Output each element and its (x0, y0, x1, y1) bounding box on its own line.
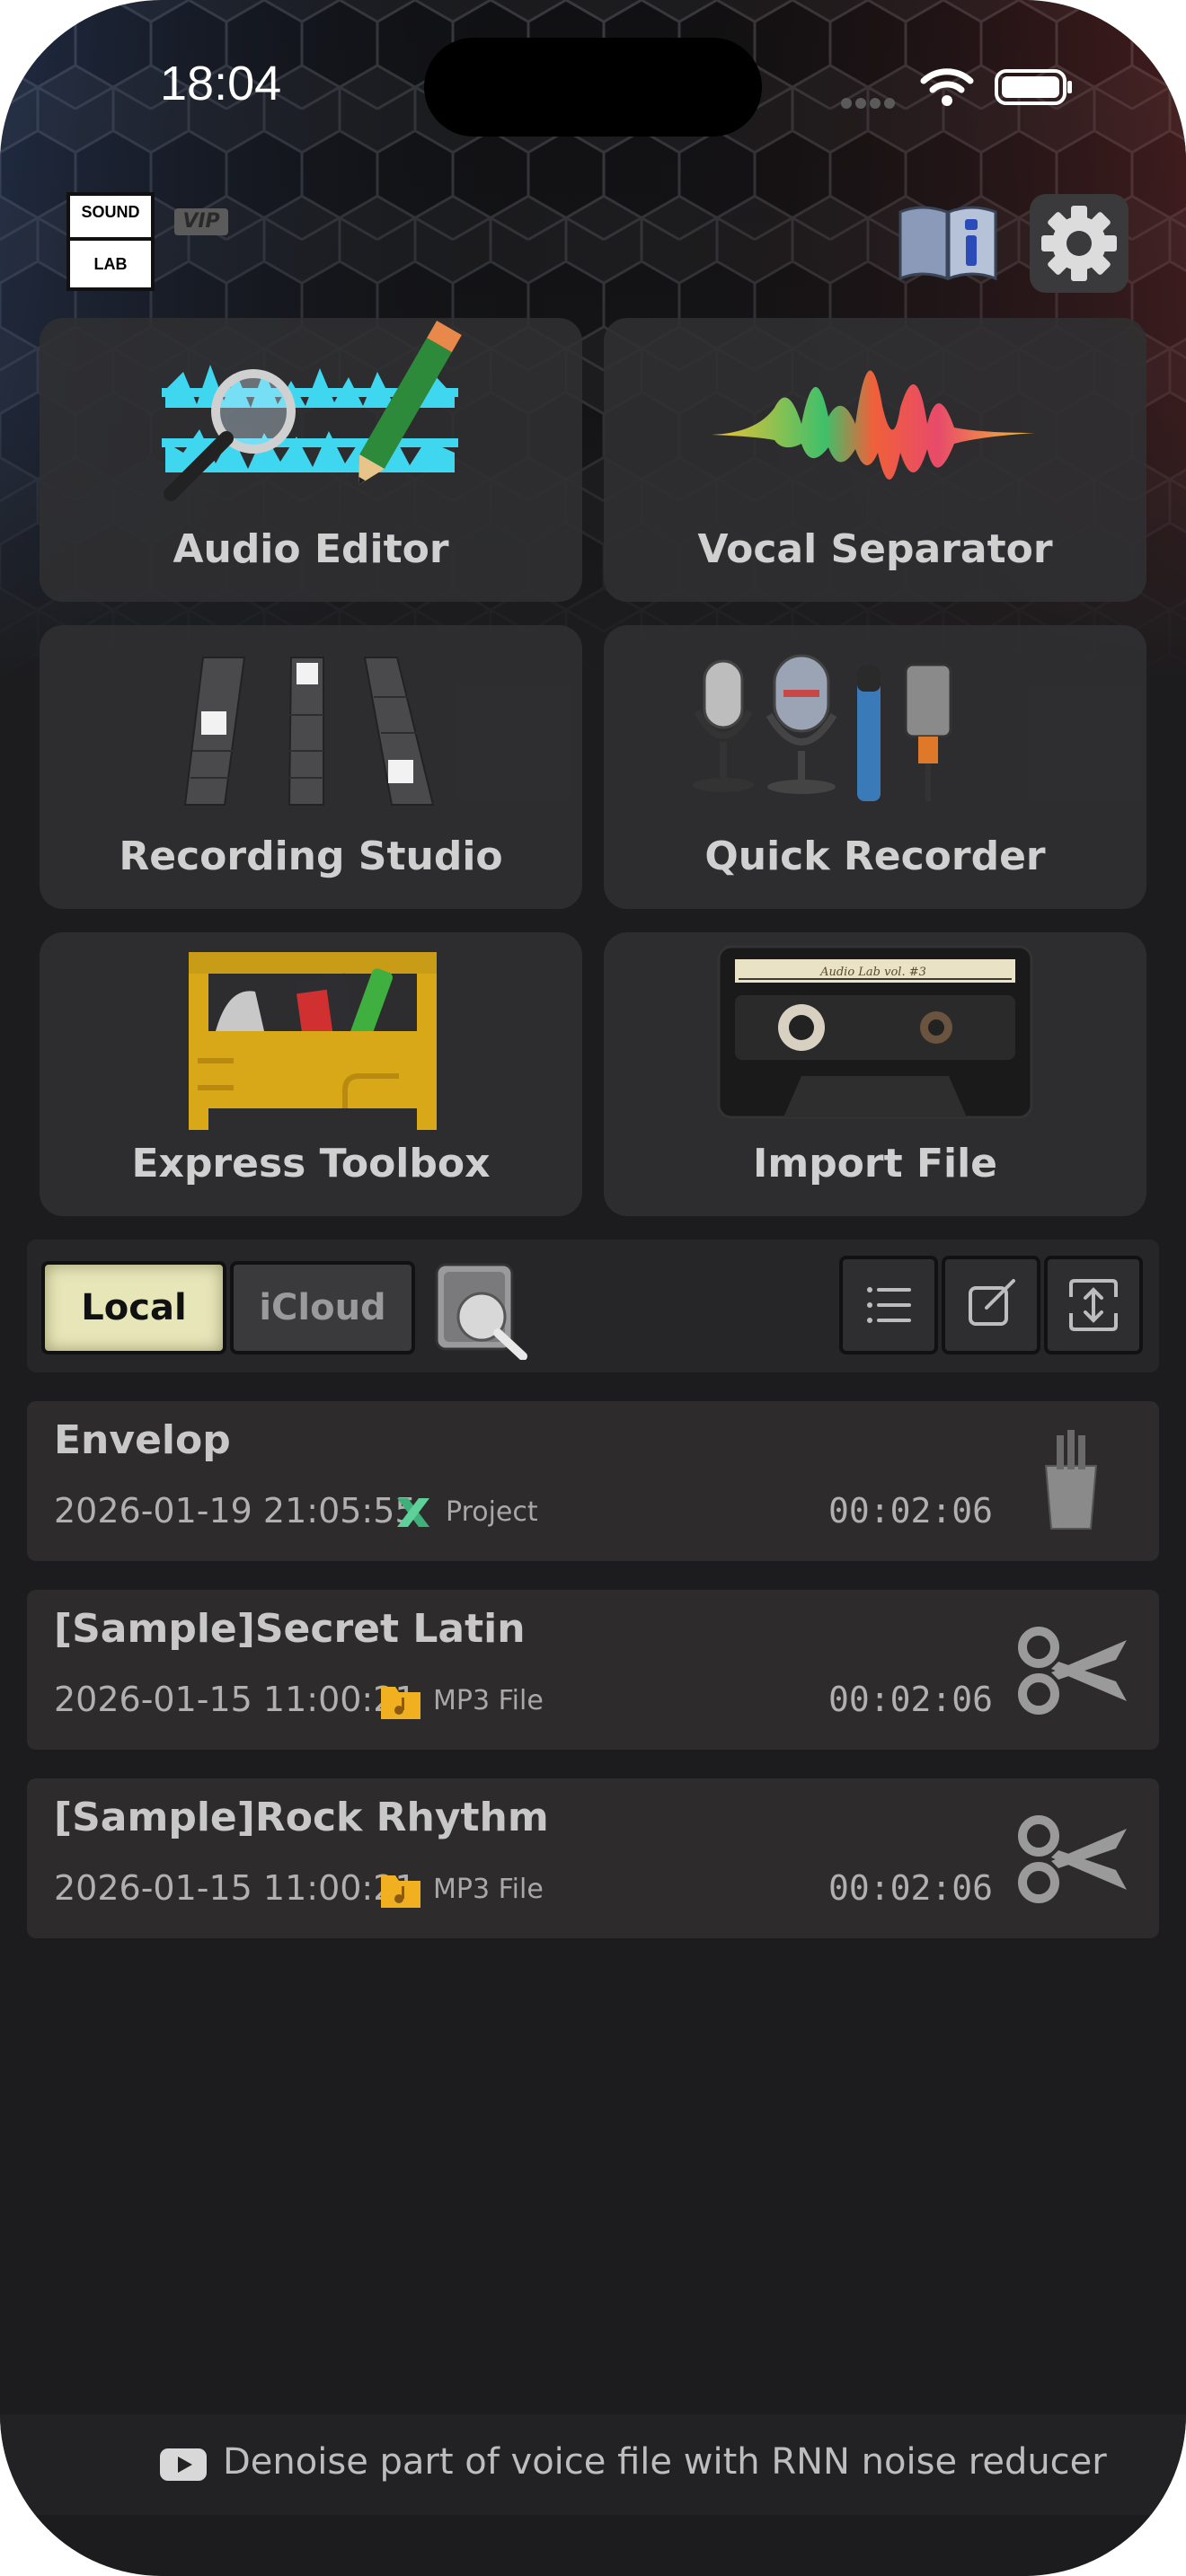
info-book-icon[interactable] (895, 199, 1001, 286)
import-export-button[interactable] (1044, 1256, 1143, 1354)
file-date: 2026-01-19 21:05:55 (54, 1491, 417, 1531)
edit-button[interactable] (942, 1256, 1040, 1354)
tab-local[interactable]: Local (41, 1261, 226, 1354)
project-icon (397, 1498, 429, 1527)
file-name: Envelop (54, 1417, 231, 1463)
logo-divider (70, 237, 151, 241)
battery-icon (995, 69, 1072, 105)
cassette-icon: Audio Lab vol. #3 (717, 945, 1033, 1119)
file-row[interactable]: [Sample]Rock Rhythm 2026-01-15 11:00:21 … (27, 1778, 1159, 1938)
vip-badge[interactable]: VIP (174, 208, 228, 235)
tile-label: Audio Editor (173, 526, 449, 572)
waveform-icon (712, 370, 1035, 480)
settings-gear-icon[interactable] (1030, 194, 1128, 293)
music-folder-icon (381, 1687, 420, 1719)
file-date: 2026-01-15 11:00:21 (54, 1680, 417, 1719)
file-type: MP3 File (433, 1685, 544, 1716)
logo-top-text: SOUND (81, 203, 140, 221)
tile-vocal-separator[interactable]: Vocal Separator (604, 318, 1146, 602)
youtube-icon (160, 2448, 207, 2481)
tile-quick-recorder[interactable]: Quick Recorder (604, 625, 1146, 909)
transfer-icon (1069, 1279, 1118, 1331)
tab-icloud[interactable]: iCloud (230, 1261, 415, 1354)
tile-label: Recording Studio (119, 834, 503, 879)
file-date: 2026-01-15 11:00:21 (54, 1868, 417, 1908)
tile-label: Express Toolbox (131, 1141, 491, 1187)
app-screen: 18:04 SOUND LAB VIP Audio Editor Vocal S… (0, 0, 1186, 2576)
audio-editor-icon (162, 321, 462, 501)
file-row[interactable]: Envelop 2026-01-19 21:05:55 Project 00:0… (27, 1401, 1159, 1561)
file-row[interactable]: [Sample]Secret Latin 2026-01-15 11:00:21… (27, 1590, 1159, 1750)
scissors-icon[interactable] (1015, 1617, 1127, 1725)
file-type: Project (446, 1496, 538, 1528)
svg-text:Audio Lab vol. #3: Audio Lab vol. #3 (819, 966, 926, 979)
file-type: MP3 File (433, 1874, 544, 1905)
file-duration: 00:02:06 (828, 1491, 994, 1531)
compose-icon (969, 1279, 1015, 1326)
dynamic-island (424, 38, 762, 137)
file-name: [Sample]Secret Latin (54, 1606, 526, 1652)
toolbox-icon (189, 952, 437, 1130)
app-logo[interactable]: SOUND LAB (66, 192, 155, 291)
pencil-cup-icon[interactable] (1015, 1428, 1127, 1536)
file-toolbar: Local iCloud (27, 1239, 1159, 1372)
disk-search-icon[interactable] (433, 1261, 532, 1360)
microphones-icon (693, 654, 952, 801)
tile-express-toolbox[interactable]: Express Toolbox (40, 932, 582, 1216)
tile-recording-studio[interactable]: Recording Studio (40, 625, 582, 909)
file-duration: 00:02:06 (828, 1868, 994, 1908)
tile-label: Quick Recorder (704, 834, 1046, 879)
list-icon (867, 1287, 911, 1323)
tile-import-file[interactable]: Audio Lab vol. #3 Import File (604, 932, 1146, 1216)
status-time: 18:04 (160, 57, 282, 110)
tile-label: Vocal Separator (697, 526, 1053, 572)
wifi-icon (920, 68, 974, 106)
tip-text: Denoise part of voice file with RNN nois… (223, 2441, 1107, 2483)
mixer-faders-icon (183, 657, 435, 806)
file-duration: 00:02:06 (828, 1680, 994, 1719)
signal-dots-icon (841, 95, 898, 112)
list-view-button[interactable] (839, 1256, 938, 1354)
scissors-icon[interactable] (1015, 1805, 1127, 1913)
tile-label: Import File (752, 1141, 998, 1187)
music-folder-icon (381, 1875, 420, 1908)
tile-audio-editor[interactable]: Audio Editor (40, 318, 582, 602)
tip-banner[interactable]: Denoise part of voice file with RNN nois… (0, 2414, 1186, 2515)
file-name: [Sample]Rock Rhythm (54, 1795, 549, 1840)
logo-bottom-text: LAB (93, 255, 128, 273)
